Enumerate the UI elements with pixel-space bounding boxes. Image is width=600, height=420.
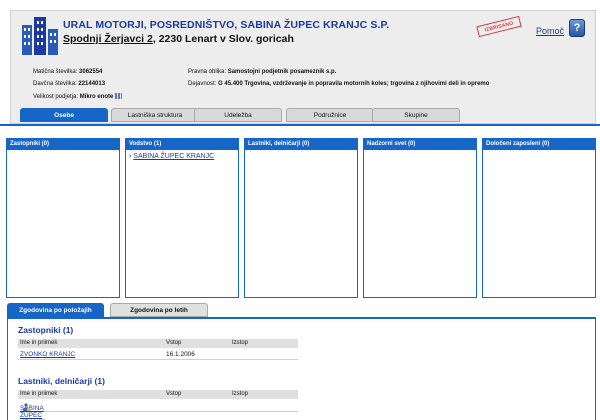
history-panel: Zastopniki (1) Ime in priimek Vstop Izst… — [7, 317, 596, 420]
maticna-stevilka: Matična številka: 3062554 — [33, 69, 103, 75]
list-item[interactable]: › SABINA ŽUPEC KRANJC — [129, 153, 238, 160]
column-header: Vstop — [166, 391, 182, 397]
velikost-podjetja: Velikost podjetja: Mikro enote — [33, 93, 123, 100]
tab-podruznice[interactable]: Podružnice — [286, 108, 374, 122]
person-link[interactable]: SABINA ŽUPEC KRANJC — [133, 153, 214, 160]
panel-vodstvo: Vodstvo (1) › SABINA ŽUPEC KRANJC — [125, 138, 239, 298]
company-street[interactable]: Spodnji Žerjavci 2 — [63, 33, 153, 45]
arrow-icon: › — [129, 153, 132, 160]
help-icon[interactable]: ? — [569, 19, 585, 37]
section-title: Lastniki, delničarji (1) — [18, 376, 105, 386]
company-size-icon[interactable] — [115, 93, 123, 99]
tab-zgodovina-po-letih[interactable]: Zgodovina po letih — [110, 303, 208, 317]
tab-udelezba[interactable]: Udeležba — [194, 108, 282, 122]
tab-skupine[interactable]: Skupine — [372, 108, 460, 122]
column-header: Izstop — [232, 340, 249, 346]
table-header: Ime in priimek Vstop Izstop — [18, 390, 298, 399]
table-row: SABINA ŽUPEC KRANJC — [18, 401, 298, 420]
company-postal-city: , 2230 Lenart v Slov. goricah — [152, 33, 294, 45]
dejavnost: Dejavnost: G 45.400 Trgovina, vzdrževanj… — [188, 81, 490, 87]
panel-title: Določeni zaposleni (0) — [483, 139, 595, 150]
panel-lastniki: Lastniki, delničarji (0) — [244, 138, 358, 298]
tab-lastniska-struktura[interactable]: Lastniška struktura — [111, 108, 199, 122]
table-row: ZVONKO KRANJC 16.1.2006 — [18, 349, 298, 360]
panel-title: Lastniki, delničarji (0) — [245, 139, 357, 150]
help-link[interactable]: Pomoč — [536, 26, 564, 36]
table-header: Ime in priimek Vstop Izstop — [18, 339, 298, 348]
panel-title: Vodstvo (1) — [126, 139, 238, 150]
davcna-stevilka: Davčna številka: 22144013 — [33, 81, 106, 87]
tab-zgodovina-po-polozajih[interactable]: Zgodovina po položajih — [7, 303, 104, 317]
company-address: Spodnji Žerjavci 2, 2230 Lenart v Slov. … — [63, 33, 294, 45]
person-link[interactable]: ZVONKO KRANJC — [20, 351, 75, 358]
panel-zastopniki: Zastopniki (0) — [6, 138, 120, 298]
column-header: Vstop — [166, 340, 182, 346]
section-title: Zastopniki (1) — [18, 325, 74, 335]
company-name: URAL MOTORJI, POSREDNIŠTVO, SABINA ŽUPEC… — [63, 19, 390, 31]
column-header: Ime in priimek — [20, 340, 58, 346]
company-header: URAL MOTORJI, POSREDNIŠTVO, SABINA ŽUPEC… — [10, 10, 596, 124]
person-icon[interactable] — [22, 403, 30, 411]
company-buildings-icon — [22, 17, 58, 55]
column-header: Izstop — [232, 391, 249, 397]
tab-osebe[interactable]: Osebe — [20, 108, 108, 122]
pravna-oblika: Pravna oblika: Samostojni podjetnik posa… — [188, 69, 337, 75]
deleted-stamp: IZBRISANO — [476, 15, 522, 38]
tab-underline — [0, 124, 600, 126]
panel-title: Zastopniki (0) — [7, 139, 119, 150]
panel-title: Nadzorni svet (0) — [364, 139, 476, 150]
panel-doloceni-zaposleni: Določeni zaposleni (0) — [482, 138, 596, 298]
entry-date: 16.1.2006 — [166, 351, 195, 358]
panel-nadzorni-svet: Nadzorni svet (0) — [363, 138, 477, 298]
column-header: Ime in priimek — [20, 391, 58, 397]
